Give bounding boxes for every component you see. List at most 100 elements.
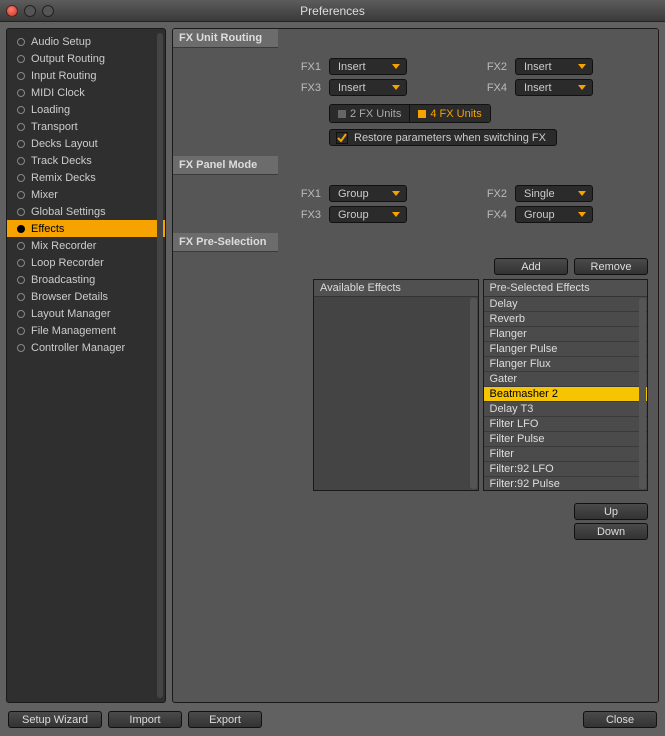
list-item[interactable]: Filter LFO xyxy=(484,417,648,432)
sidebar-item[interactable]: Broadcasting xyxy=(7,271,165,288)
sidebar-item[interactable]: Transport xyxy=(7,118,165,135)
export-button[interactable]: Export xyxy=(188,711,262,728)
sidebar-item[interactable]: Loop Recorder xyxy=(7,254,165,271)
preferences-main: FX Unit Routing FX1 Insert FX2 Insert FX… xyxy=(172,28,659,703)
chevron-down-icon xyxy=(578,64,586,69)
sidebar-item-label: Loading xyxy=(31,104,70,116)
fx3-routing-dropdown[interactable]: Insert xyxy=(329,79,407,96)
list-item[interactable]: Filter Pulse xyxy=(484,432,648,447)
chevron-down-icon xyxy=(392,64,400,69)
fx1-routing-label: FX1 xyxy=(287,61,321,73)
fx1-mode-label: FX1 xyxy=(287,188,321,200)
sidebar-item[interactable]: Loading xyxy=(7,101,165,118)
add-button[interactable]: Add xyxy=(494,258,568,275)
sidebar-item[interactable]: Global Settings xyxy=(7,203,165,220)
sidebar-item[interactable]: Effects xyxy=(7,220,165,237)
sidebar-item[interactable]: Track Decks xyxy=(7,152,165,169)
fx2-mode-dropdown[interactable]: Single xyxy=(515,185,593,202)
sidebar-item[interactable]: Input Routing xyxy=(7,67,165,84)
section-header-fx-preselection: FX Pre-Selection xyxy=(173,233,278,252)
fx4-routing-label: FX4 xyxy=(473,82,507,94)
sidebar-item-label: Controller Manager xyxy=(31,342,125,354)
two-fx-units-button[interactable]: 2 FX Units xyxy=(330,105,409,122)
preselected-effects-list[interactable]: Pre-Selected Effects DelayReverbFlangerF… xyxy=(483,279,649,491)
sidebar-item-label: Audio Setup xyxy=(31,36,91,48)
sidebar-item-label: Transport xyxy=(31,121,78,133)
list-item[interactable]: Delay xyxy=(484,297,648,312)
list-item[interactable]: Gater xyxy=(484,372,648,387)
sidebar-item-label: MIDI Clock xyxy=(31,87,85,99)
sidebar-item[interactable]: Mix Recorder xyxy=(7,237,165,254)
list-item[interactable]: Filter xyxy=(484,447,648,462)
sidebar-item-label: Input Routing xyxy=(31,70,96,82)
chevron-down-icon xyxy=(392,212,400,217)
radio-icon xyxy=(17,157,25,165)
radio-icon xyxy=(17,106,25,114)
preselected-effects-header: Pre-Selected Effects xyxy=(484,280,648,297)
setup-wizard-button[interactable]: Setup Wizard xyxy=(8,711,102,728)
radio-icon xyxy=(17,72,25,80)
fx3-mode-dropdown[interactable]: Group xyxy=(329,206,407,223)
restore-params-checkbox-row[interactable]: Restore parameters when switching FX xyxy=(329,129,557,146)
radio-icon xyxy=(17,38,25,46)
chevron-down-icon xyxy=(578,191,586,196)
indicator-icon xyxy=(418,110,426,118)
radio-icon xyxy=(17,344,25,352)
radio-icon xyxy=(17,191,25,199)
list-item[interactable]: Delay T3 xyxy=(484,402,648,417)
radio-icon xyxy=(17,225,25,233)
list-item[interactable]: Beatmasher 2 xyxy=(484,387,648,402)
indicator-icon xyxy=(338,110,346,118)
sidebar-item[interactable]: Layout Manager xyxy=(7,305,165,322)
chevron-down-icon xyxy=(392,191,400,196)
radio-icon xyxy=(17,123,25,131)
sidebar-item[interactable]: Browser Details xyxy=(7,288,165,305)
remove-button[interactable]: Remove xyxy=(574,258,648,275)
fx3-routing-label: FX3 xyxy=(287,82,321,94)
radio-icon xyxy=(17,310,25,318)
list-item[interactable]: Flanger xyxy=(484,327,648,342)
four-fx-units-button[interactable]: 4 FX Units xyxy=(409,105,489,122)
fx3-mode-label: FX3 xyxy=(287,209,321,221)
fx4-mode-label: FX4 xyxy=(473,209,507,221)
close-button[interactable]: Close xyxy=(583,711,657,728)
sidebar-item[interactable]: File Management xyxy=(7,322,165,339)
list-item[interactable]: Filter:92 LFO xyxy=(484,462,648,477)
fx4-mode-dropdown[interactable]: Group xyxy=(515,206,593,223)
sidebar-item[interactable]: Mixer xyxy=(7,186,165,203)
sidebar-item-label: Output Routing xyxy=(31,53,105,65)
sidebar-item[interactable]: Audio Setup xyxy=(7,33,165,50)
up-button[interactable]: Up xyxy=(574,503,648,520)
sidebar-item[interactable]: Controller Manager xyxy=(7,339,165,356)
available-effects-list[interactable]: Available Effects xyxy=(313,279,479,491)
list-item[interactable]: Filter:92 Pulse xyxy=(484,477,648,490)
sidebar-item[interactable]: Remix Decks xyxy=(7,169,165,186)
sidebar-item-label: Broadcasting xyxy=(31,274,95,286)
fx1-mode-dropdown[interactable]: Group xyxy=(329,185,407,202)
available-effects-header: Available Effects xyxy=(314,280,478,297)
radio-icon xyxy=(17,174,25,182)
fx-units-toggle[interactable]: 2 FX Units 4 FX Units xyxy=(329,104,491,123)
list-item[interactable]: Flanger Pulse xyxy=(484,342,648,357)
list-item[interactable]: Flanger Flux xyxy=(484,357,648,372)
fx1-routing-dropdown[interactable]: Insert xyxy=(329,58,407,75)
sidebar-item-label: Loop Recorder xyxy=(31,257,104,269)
section-header-fx-panel-mode: FX Panel Mode xyxy=(173,156,278,175)
fx2-routing-dropdown[interactable]: Insert xyxy=(515,58,593,75)
radio-icon xyxy=(17,259,25,267)
sidebar-item[interactable]: Output Routing xyxy=(7,50,165,67)
down-button[interactable]: Down xyxy=(574,523,648,540)
import-button[interactable]: Import xyxy=(108,711,182,728)
radio-icon xyxy=(17,327,25,335)
sidebar-item[interactable]: Decks Layout xyxy=(7,135,165,152)
sidebar-item-label: Effects xyxy=(31,223,64,235)
sidebar-item[interactable]: MIDI Clock xyxy=(7,84,165,101)
list-item[interactable]: Reverb xyxy=(484,312,648,327)
sidebar-item-label: Decks Layout xyxy=(31,138,98,150)
sidebar-item-label: Mixer xyxy=(31,189,58,201)
chevron-down-icon xyxy=(578,85,586,90)
preferences-sidebar[interactable]: Audio Setup Output Routing Input Routing MI… xyxy=(6,28,166,703)
fx4-routing-dropdown[interactable]: Insert xyxy=(515,79,593,96)
checkbox-icon[interactable] xyxy=(336,132,348,144)
window-title: Preferences xyxy=(0,4,665,18)
